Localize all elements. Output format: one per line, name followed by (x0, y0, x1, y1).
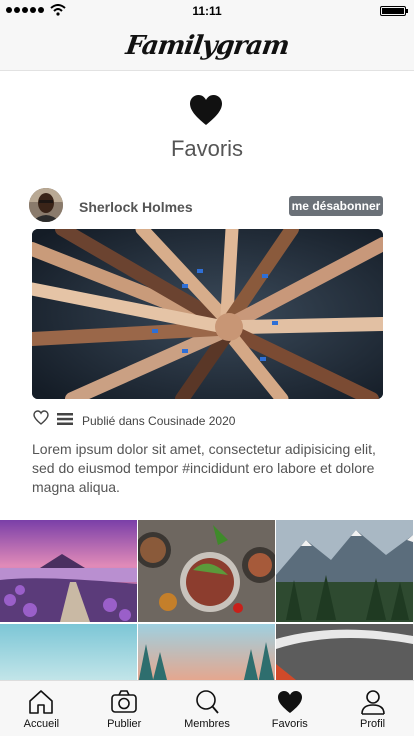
heart-outline-icon[interactable] (33, 410, 49, 425)
camera-icon (111, 690, 137, 713)
nav-item-membres[interactable]: Membres (166, 681, 249, 736)
photo-grid (0, 520, 414, 680)
nav-label: Favoris (271, 718, 308, 730)
nav-label: Membres (184, 718, 230, 730)
bottom-nav: Accueil Publier Membres Favoris Profil (0, 680, 414, 736)
search-icon (196, 690, 219, 714)
post-published-in: Publié dans Cousinade 2020 (82, 414, 236, 428)
post-author[interactable]: Sherlock Holmes (79, 199, 193, 215)
status-time: 11:11 (192, 4, 222, 18)
heart-icon (277, 691, 302, 713)
post-caption: Lorem ipsum dolor sit amet, consectetur … (32, 441, 376, 495)
nav-item-publier[interactable]: Publier (83, 681, 166, 736)
heart-icon (190, 95, 222, 125)
grid-photo-mountains[interactable] (276, 520, 413, 622)
nav-item-profil[interactable]: Profil (331, 681, 414, 736)
grid-photo-lavender-lake[interactable] (0, 520, 137, 622)
unsubscribe-button[interactable]: me désabonner (289, 196, 383, 216)
app-header: Familygram (0, 22, 414, 71)
grid-photo-food[interactable] (138, 520, 275, 622)
status-bar: 11:11 (0, 0, 414, 22)
post-photo[interactable] (32, 229, 383, 399)
nav-item-favoris[interactable]: Favoris (248, 681, 331, 736)
app-logo: Familygram (123, 31, 291, 61)
grid-photo-road[interactable] (276, 624, 413, 680)
grid-photo-sky[interactable] (0, 624, 137, 680)
home-icon (29, 690, 54, 714)
nav-item-accueil[interactable]: Accueil (0, 681, 83, 736)
nav-label: Profil (360, 718, 386, 730)
user-icon (360, 690, 385, 715)
nav-label: Accueil (23, 718, 60, 730)
page-title: Favoris (170, 136, 244, 161)
menu-icon[interactable] (57, 413, 73, 425)
battery-icon (380, 6, 408, 16)
avatar[interactable] (29, 188, 63, 222)
grid-photo-forest-sunset[interactable] (138, 624, 275, 680)
nav-label: Publier (107, 718, 142, 730)
